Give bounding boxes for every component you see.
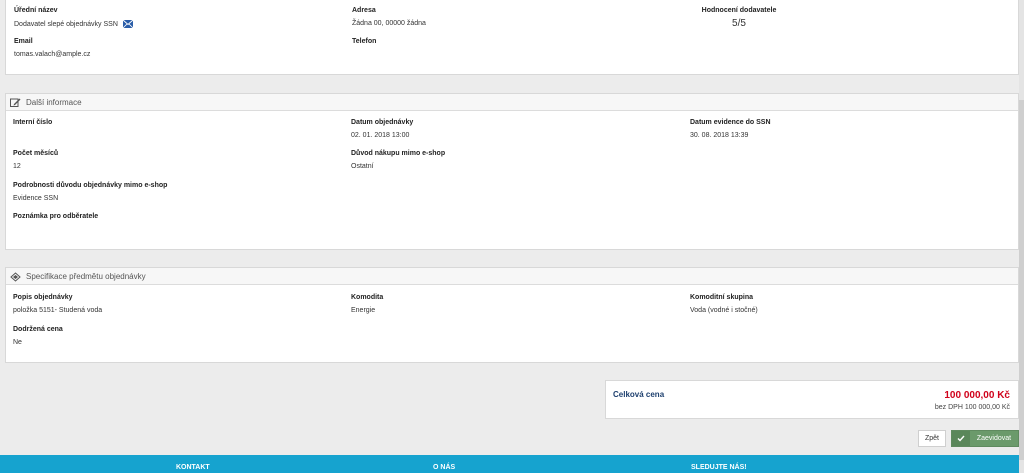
address-value: Žádna 00, 00000 žádna <box>352 20 426 27</box>
additional-info-header: Další informace <box>6 94 1018 111</box>
official-name-value: Dodavatel slepé objednávky SSN <box>14 20 118 28</box>
reason-details-label: Podrobnosti důvodu objednávky mimo e-sho… <box>13 182 168 189</box>
kept-price-value: Ne <box>13 339 22 346</box>
rating-value: 5/5 <box>732 18 746 29</box>
description-label: Popis objednávky <box>13 294 73 301</box>
footer: KONTAKT O NÁS SLEDUJTE NÁS! <box>0 455 1019 473</box>
layers-icon <box>10 271 21 282</box>
commodity-value: Energie <box>351 307 376 314</box>
ssn-date-field: Datum evidence do SSN 30. 08. 2018 13:39 <box>690 119 771 139</box>
specification-panel: Specifikace předmětu objednávky Popis ob… <box>5 267 1019 363</box>
commodity-group-label: Komoditní skupina <box>690 294 753 301</box>
internal-number-field: Interní číslo <box>13 119 52 132</box>
reason-value: Ostatní <box>351 163 374 170</box>
address-label: Adresa <box>352 7 376 14</box>
commodity-group-value: Voda (vodné i stočné) <box>690 307 758 314</box>
footer-contact[interactable]: KONTAKT <box>176 464 210 471</box>
scrollbar-track[interactable] <box>1019 0 1024 473</box>
edit-icon <box>10 97 21 108</box>
specification-header: Specifikace předmětu objednávky <box>6 268 1018 285</box>
email-label: Email <box>14 38 33 45</box>
ssn-date-value: 30. 08. 2018 13:39 <box>690 132 749 139</box>
note-field: Poznámka pro odběratele <box>13 213 98 226</box>
mail-icon[interactable] <box>122 19 134 29</box>
additional-info-title: Další informace <box>26 97 82 107</box>
specification-title: Specifikace předmětu objednávky <box>26 271 146 281</box>
address-field: Adresa Žádna 00, 00000 žádna <box>352 7 426 27</box>
total-price-net: bez DPH 100 000,00 Kč <box>934 404 1010 411</box>
total-price-label: Celková cena <box>613 390 665 399</box>
internal-number-label: Interní číslo <box>13 119 53 126</box>
order-date-field: Datum objednávky 02. 01. 2018 13:00 <box>351 119 413 139</box>
submit-button[interactable]: Zaevidovat <box>951 430 1019 447</box>
commodity-label: Komodita <box>351 294 384 301</box>
commodity-group-field: Komoditní skupina Voda (vodné i stočné) <box>690 294 758 314</box>
reason-details-field: Podrobnosti důvodu objednávky mimo e-sho… <box>13 182 167 202</box>
reason-field: Důvod nákupu mimo e-shop Ostatní <box>351 150 445 170</box>
official-name-label: Úřední název <box>14 7 58 14</box>
additional-info-panel: Další informace Interní číslo Datum obje… <box>5 93 1019 250</box>
back-button[interactable]: Zpět <box>918 430 946 447</box>
phone-field: Telefon <box>352 38 376 51</box>
months-field: Počet měsíců 12 <box>13 150 58 170</box>
official-name-field: Úřední název Dodavatel slepé objednávky … <box>14 7 134 29</box>
email-value: tomas.valach@ample.cz <box>14 51 91 58</box>
supplier-panel: Úřední název Dodavatel slepé objednávky … <box>5 0 1019 75</box>
note-label: Poznámka pro odběratele <box>13 213 99 220</box>
reason-label: Důvod nákupu mimo e-shop <box>351 150 446 157</box>
commodity-field: Komodita Energie <box>351 294 383 314</box>
kept-price-field: Dodržená cena Ne <box>13 326 63 346</box>
order-date-label: Datum objednávky <box>351 119 414 126</box>
months-value: 12 <box>13 163 21 170</box>
description-field: Popis objednávky položka 5151- Studená v… <box>13 294 102 314</box>
rating-label: Hodnocení dodavatele <box>701 7 777 14</box>
total-price-value: 100 000,00 Kč <box>944 390 1010 401</box>
reason-details-value: Evidence SSN <box>13 195 59 202</box>
rating-field: Hodnocení dodavatele 5/5 <box>689 7 789 29</box>
footer-about[interactable]: O NÁS <box>433 464 455 471</box>
ssn-date-label: Datum evidence do SSN <box>690 119 771 126</box>
submit-button-label: Zaevidovat <box>976 435 1012 442</box>
email-field: Email tomas.valach@ample.cz <box>14 38 90 58</box>
description-value: položka 5151- Studená voda <box>13 307 103 314</box>
total-price-box: Celková cena 100 000,00 Kč bez DPH 100 0… <box>605 380 1019 419</box>
kept-price-label: Dodržená cena <box>13 326 63 333</box>
order-date-value: 02. 01. 2018 13:00 <box>351 132 410 139</box>
footer-follow[interactable]: SLEDUJTE NÁS! <box>691 464 747 471</box>
check-icon <box>952 431 970 446</box>
months-label: Počet měsíců <box>13 150 59 157</box>
phone-label: Telefon <box>352 38 377 45</box>
scrollbar-thumb[interactable] <box>1019 100 1024 460</box>
